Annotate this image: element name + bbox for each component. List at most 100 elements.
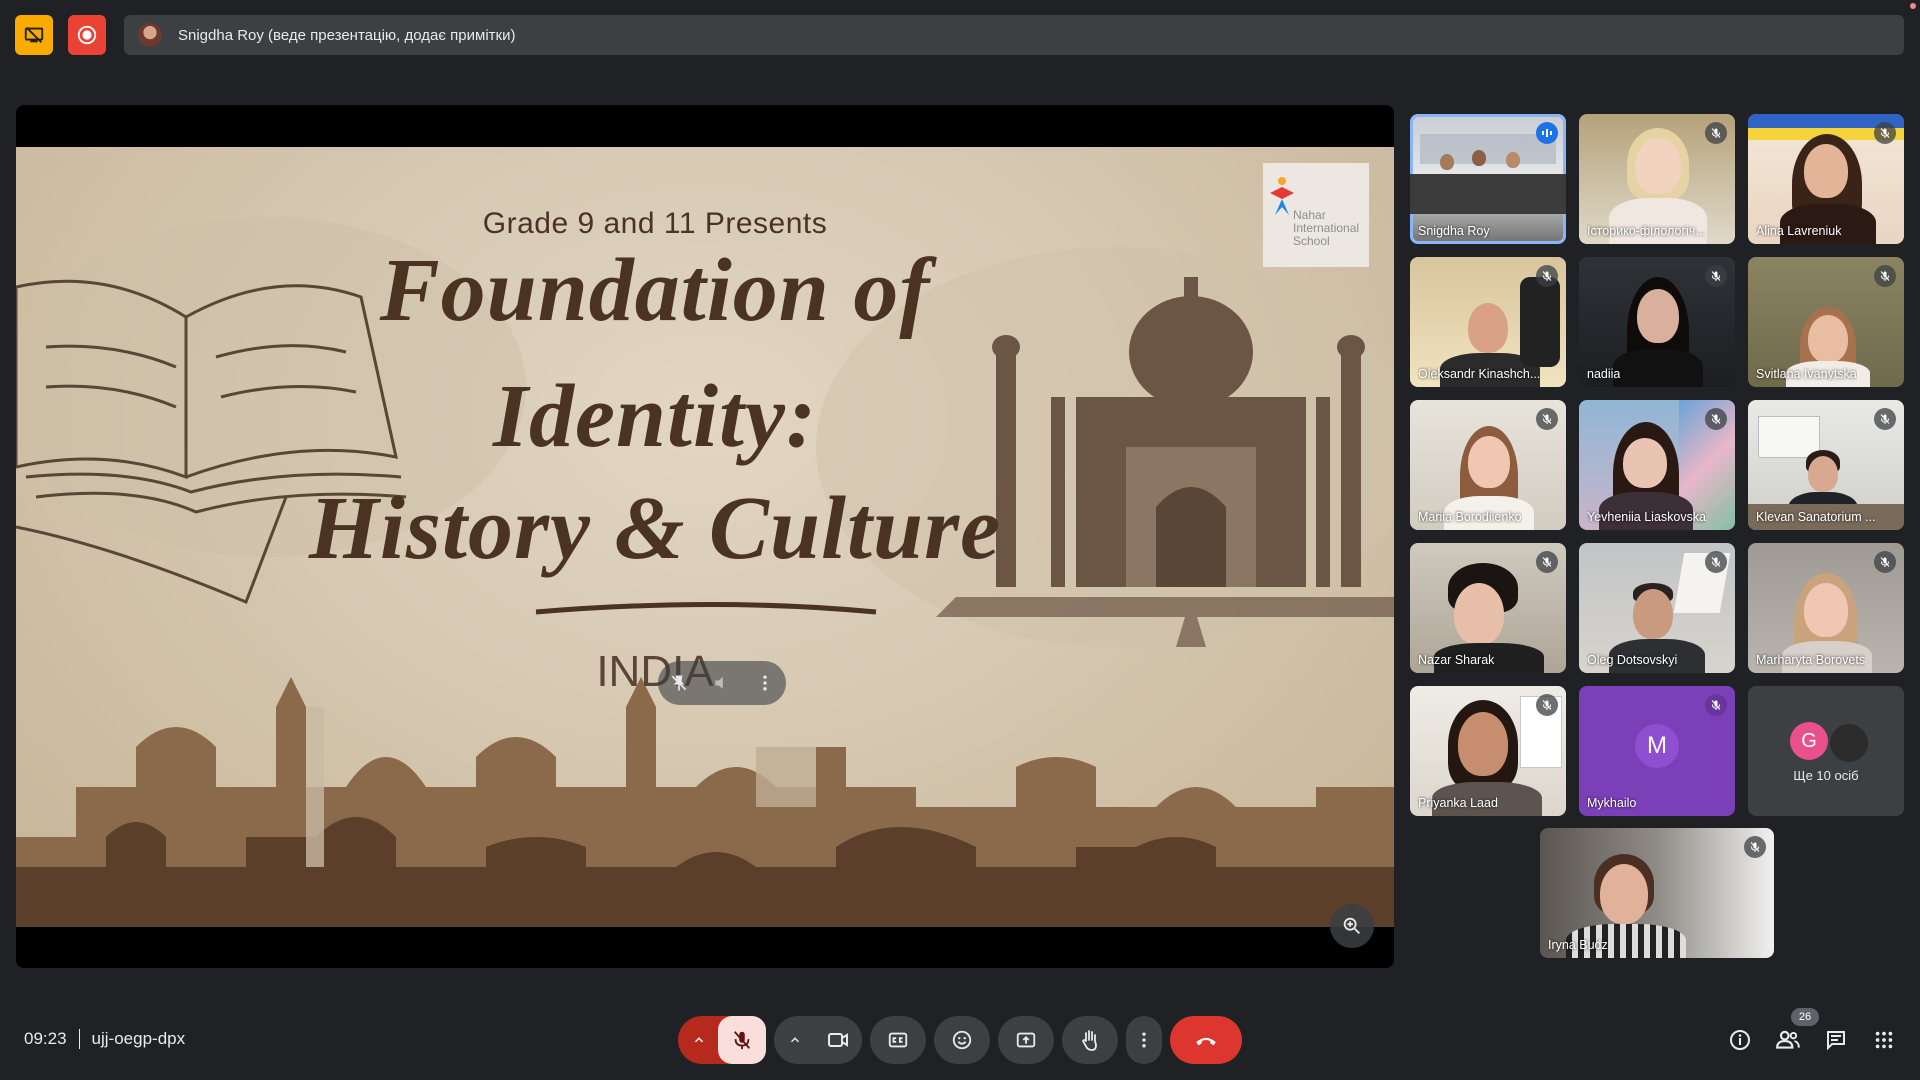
zoom-in-button[interactable] (1330, 904, 1374, 948)
notification-dot (1910, 3, 1916, 9)
recording-button[interactable] (68, 15, 106, 55)
meeting-code[interactable]: ujj-oegp-dpx (92, 1029, 186, 1049)
mic-off-icon (1711, 271, 1721, 281)
participant-tile[interactable]: Snigdha Roy (1410, 114, 1566, 244)
person (1506, 152, 1520, 168)
mic-off-icon (1880, 128, 1890, 138)
mic-off-icon (1542, 414, 1552, 424)
mic-off-icon (1880, 271, 1890, 281)
participant-tile[interactable]: nadiia (1579, 257, 1735, 387)
present-icon (1016, 1032, 1036, 1048)
participant-tile[interactable]: Історико-філологіч... (1579, 114, 1735, 244)
school-logo: Nahar International School (1263, 163, 1369, 267)
meeting-time: 09:23 (24, 1029, 67, 1048)
chevron-up-icon (790, 1037, 800, 1043)
participant-tile[interactable]: Marharyta Borovets (1748, 543, 1904, 673)
slide-title-line1: Foundation of (379, 241, 931, 340)
more-vert-icon (1142, 1032, 1146, 1048)
participant-tile[interactable]: M Mykhailo (1579, 686, 1735, 816)
mic-control-group (678, 1016, 766, 1064)
participant-tile[interactable]: Nazar Sharak (1410, 543, 1566, 673)
pin-off-icon[interactable] (669, 673, 689, 693)
speaking-indicator (1536, 122, 1558, 144)
participant-tile[interactable]: Alina Lavreniuk (1748, 114, 1904, 244)
mic-off-indicator (1705, 122, 1727, 144)
slide-title-line2: Identity: (493, 367, 817, 466)
participant-tile[interactable]: Oleg Dotsovskyi (1579, 543, 1735, 673)
participant-tile[interactable]: Mariia Borodiienko (1410, 400, 1566, 530)
participant-tile[interactable]: Yevheniia Liaskovska (1579, 400, 1735, 530)
person (1440, 154, 1454, 170)
mic-off-indicator (1705, 551, 1727, 573)
camera-toggle-button[interactable] (814, 1016, 862, 1064)
mic-off-indicator (1705, 694, 1727, 716)
activities-button[interactable] (1868, 1024, 1900, 1056)
mic-off-indicator (1705, 408, 1727, 430)
more-vert-icon[interactable] (755, 673, 775, 693)
mic-off-icon (1711, 557, 1721, 567)
raise-hand-button[interactable] (1062, 1016, 1118, 1064)
chat-button[interactable] (1820, 1024, 1852, 1056)
participant-tile[interactable]: Svitlana Ivanytska (1748, 257, 1904, 387)
mic-off-icon (1880, 414, 1890, 424)
participant-name: Nazar Sharak (1418, 653, 1495, 667)
activities-icon (1875, 1031, 1893, 1049)
reactions-button[interactable] (934, 1016, 990, 1064)
participant-tile[interactable]: Priyanka Laad (1410, 686, 1566, 816)
microphone-toggle-button[interactable] (718, 1016, 766, 1064)
participant-tile[interactable]: Iryna Budz (1540, 828, 1774, 958)
participant-tile[interactable]: Klevan Sanatorium ... (1748, 400, 1904, 530)
presenter-label: Snigdha Roy (веде презентацію, додає при… (178, 26, 516, 44)
participant-name: Yevheniia Liaskovska (1587, 510, 1707, 524)
slide-subtitle: Grade 9 and 11 Presents (482, 207, 828, 240)
captions-icon (888, 1032, 908, 1048)
captions-button[interactable] (870, 1016, 926, 1064)
mic-off-icon (1542, 557, 1552, 567)
audio-icon[interactable] (712, 673, 732, 693)
participant-name: nadiia (1587, 367, 1621, 381)
mic-off-icon (1880, 557, 1890, 567)
participant-grid: Snigdha Roy Історико-філологіч... Alina … (1410, 114, 1906, 958)
mic-off-icon (1711, 414, 1721, 424)
chevron-up-icon (694, 1037, 704, 1043)
presenter-avatar (138, 23, 162, 47)
record-icon (77, 25, 97, 45)
tile-overlay-controls (658, 661, 786, 705)
person-face (1808, 456, 1838, 492)
city-skyline-silhouette (16, 677, 1394, 927)
camera-control-group (774, 1016, 862, 1064)
mic-off-indicator (1705, 265, 1727, 287)
person-face (1458, 712, 1508, 776)
people-button[interactable] (1772, 1024, 1804, 1056)
mic-off-indicator (1744, 836, 1766, 858)
participant-tile[interactable]: Oleksandr Kinashch... (1410, 257, 1566, 387)
more-participants-label: Ще 10 осіб (1793, 768, 1859, 783)
meeting-details-button[interactable] (1724, 1024, 1756, 1056)
participant-name: Priyanka Laad (1418, 796, 1498, 810)
mic-off-icon (1542, 271, 1552, 281)
more-options-button[interactable] (1126, 1016, 1162, 1064)
chair (1520, 277, 1560, 367)
audio-settings-button[interactable] (678, 1016, 720, 1064)
stop-presenting-button[interactable] (15, 15, 53, 55)
participant-name: Klevan Sanatorium ... (1756, 510, 1876, 524)
raise-hand-icon (1081, 1030, 1097, 1051)
video-settings-button[interactable] (774, 1016, 816, 1064)
present-now-button[interactable] (998, 1016, 1054, 1064)
person-face (1468, 303, 1508, 353)
person-face (1468, 436, 1510, 488)
participant-name: Svitlana Ivanytska (1756, 367, 1857, 381)
hang-up-icon (1196, 1037, 1216, 1046)
mic-off-indicator (1536, 408, 1558, 430)
participant-name: Історико-філологіч... (1587, 224, 1706, 238)
leave-call-button[interactable] (1170, 1016, 1242, 1064)
person-face (1633, 589, 1673, 639)
presenter-banner[interactable]: Snigdha Roy (веде презентацію, додає при… (124, 15, 1904, 55)
more-participants-tile[interactable]: G Ще 10 осіб (1748, 686, 1904, 816)
chat-icon (1827, 1031, 1845, 1051)
mic-off-icon (1711, 700, 1721, 710)
present-stop-icon (24, 27, 44, 43)
participant-name: Marharyta Borovets (1756, 653, 1866, 667)
presentation-slide: Grade 9 and 11 Presents Foundation of Id… (16, 147, 1394, 927)
person-face (1804, 144, 1848, 198)
